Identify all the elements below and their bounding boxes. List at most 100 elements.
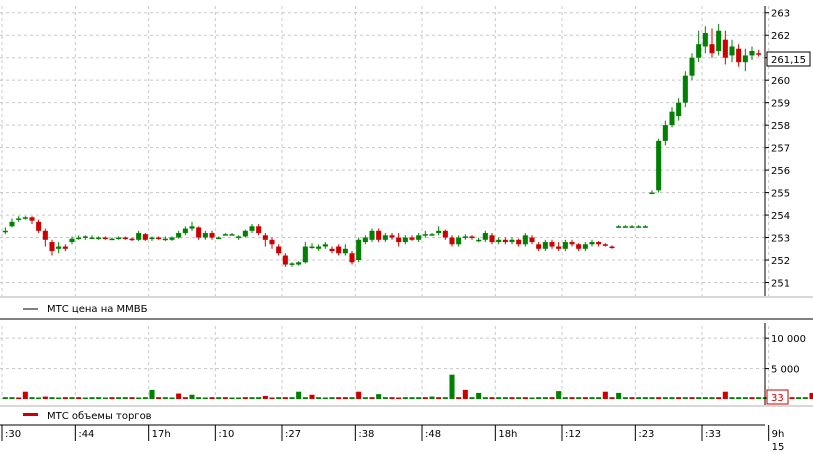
volume-bar: [322, 397, 328, 399]
volume-bar: [656, 397, 662, 399]
volume-bar: [269, 397, 275, 399]
volume-bar: [509, 397, 515, 399]
volume-bar: [449, 374, 455, 399]
volume-bar: [289, 397, 295, 399]
volume-bar: [342, 397, 348, 399]
volume-bar: [642, 397, 648, 399]
volume-bar: [49, 397, 55, 399]
volume-bar: [422, 397, 428, 399]
time-tick-sublabel: 15: [772, 442, 785, 453]
volume-bar: [749, 397, 755, 399]
volume-bar: [96, 397, 102, 399]
volume-tick-label: 5 000: [771, 365, 800, 376]
volume-bar: [136, 397, 142, 399]
volume-bar: [222, 397, 228, 399]
volume-bar: [636, 397, 642, 399]
time-tick-label: :44: [78, 429, 94, 440]
volume-bar: [609, 397, 615, 399]
volume-bar: [529, 397, 535, 399]
time-tick-label: :33: [705, 429, 721, 440]
volume-bar: [409, 397, 415, 399]
volume-bar: [69, 397, 75, 399]
volume-bar: [42, 396, 48, 399]
last-price-label: 261,15: [771, 55, 806, 66]
volume-bar: [89, 397, 95, 399]
price-tick-label: 260: [771, 76, 790, 87]
volume-bar: [669, 397, 675, 399]
volume-bar: [189, 394, 195, 399]
volume-bar: [169, 397, 175, 399]
volume-bar: [302, 397, 308, 399]
volume-bar: [742, 397, 748, 399]
volume-bar: [349, 397, 355, 399]
price-tick-label: 252: [771, 256, 790, 267]
price-tick-label: 259: [771, 99, 790, 110]
price-tick-label: 253: [771, 234, 790, 245]
volume-bar: [102, 397, 108, 399]
volume-bar: [122, 397, 128, 399]
volume-bar: [516, 397, 522, 399]
candle: [356, 237, 362, 263]
volume-bar: [702, 397, 708, 399]
volume-bar: [22, 391, 28, 399]
volume-bar: [149, 389, 155, 399]
time-tick-label: 9h: [772, 429, 785, 440]
volume-bar: [462, 389, 468, 399]
volume-bar: [402, 397, 408, 399]
price-legend-label: МТС цена на ММВБ: [47, 304, 148, 315]
time-tick-label: :12: [565, 429, 581, 440]
volume-bar: [602, 391, 608, 399]
volume-bar: [262, 395, 268, 399]
volume-bar: [736, 397, 742, 399]
volume-bar: [156, 397, 162, 399]
volume-bar: [376, 394, 382, 399]
volume-bar: [82, 397, 88, 399]
volume-bar: [616, 392, 622, 399]
volume-bar: [396, 397, 402, 399]
volume-bar: [756, 397, 762, 399]
price-tick-label: 257: [771, 144, 790, 155]
volume-bar: [576, 397, 582, 399]
volume-bar: [329, 397, 335, 399]
volume-bar: [542, 397, 548, 399]
volume-bar: [802, 397, 808, 399]
volume-bar: [249, 397, 255, 399]
volume-bar: [489, 397, 495, 399]
volume-bar: [696, 397, 702, 399]
volume-bar: [176, 393, 182, 399]
volume-bar: [809, 392, 813, 399]
volume-bar: [382, 397, 388, 399]
time-tick-label: 18h: [498, 429, 517, 440]
volume-bar: [229, 397, 235, 399]
volume-bar: [62, 397, 68, 399]
volume-bar: [442, 397, 448, 399]
volume-bar: [649, 397, 655, 399]
volume-bar: [389, 397, 395, 399]
price-tick-label: 263: [771, 9, 790, 20]
volume-bar: [209, 397, 215, 399]
volume-bar: [296, 391, 302, 399]
candle: [142, 233, 148, 241]
volume-bar: [282, 397, 288, 399]
volume-bar: [556, 391, 562, 399]
volume-bar: [502, 397, 508, 399]
volume-legend-label: МТС объемы торгов: [47, 411, 152, 422]
volume-bar: [729, 397, 735, 399]
volume-bar: [496, 397, 502, 399]
candle: [242, 229, 248, 238]
volume-bar: [356, 391, 362, 399]
volume-bar: [2, 397, 8, 399]
price-tick-label: 254: [771, 211, 790, 222]
time-tick-label: :30: [5, 429, 21, 440]
time-tick-label: :27: [285, 429, 301, 440]
volume-bar: [142, 397, 148, 399]
volume-bar: [469, 397, 475, 399]
volume-bar: [336, 397, 342, 399]
volume-bar: [416, 397, 422, 399]
time-tick-label: :23: [638, 429, 654, 440]
volume-bar: [216, 397, 222, 399]
volume-bar: [522, 397, 528, 399]
volume-bar: [182, 397, 188, 399]
volume-bar: [362, 397, 368, 399]
volume-bar: [9, 397, 15, 399]
